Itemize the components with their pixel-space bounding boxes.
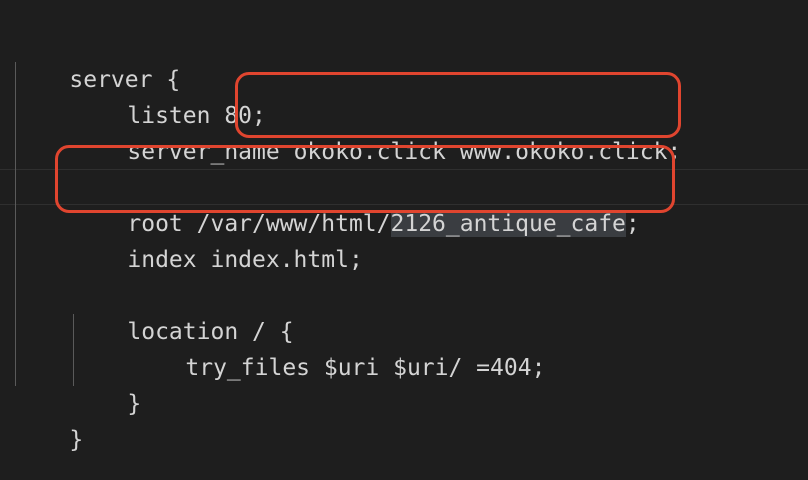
code-line-listen[interactable]: listen 80; — [14, 62, 265, 129]
annotation-box-server-name — [235, 72, 681, 138]
code-text: index index.html; — [127, 247, 363, 273]
code-text: } — [127, 391, 142, 417]
root-path-suffix: ; — [625, 211, 640, 237]
code-text: try_files $uri $uri/ =404; — [185, 355, 546, 381]
selected-text: 2126_antique_cafe — [390, 211, 626, 237]
code-line-try-files[interactable]: try_files $uri $uri/ =404; — [14, 314, 545, 381]
code-editor[interactable]: server { listen 80; server_name okoko.cl… — [0, 0, 808, 480]
annotation-box-root — [55, 145, 675, 213]
code-line-server-open[interactable]: server { — [14, 26, 180, 93]
code-line-server-close[interactable]: } — [14, 386, 83, 453]
code-text: } — [69, 427, 84, 453]
code-line-location-close[interactable]: } — [14, 350, 141, 417]
code-line-location-open[interactable]: location / { — [14, 278, 293, 345]
